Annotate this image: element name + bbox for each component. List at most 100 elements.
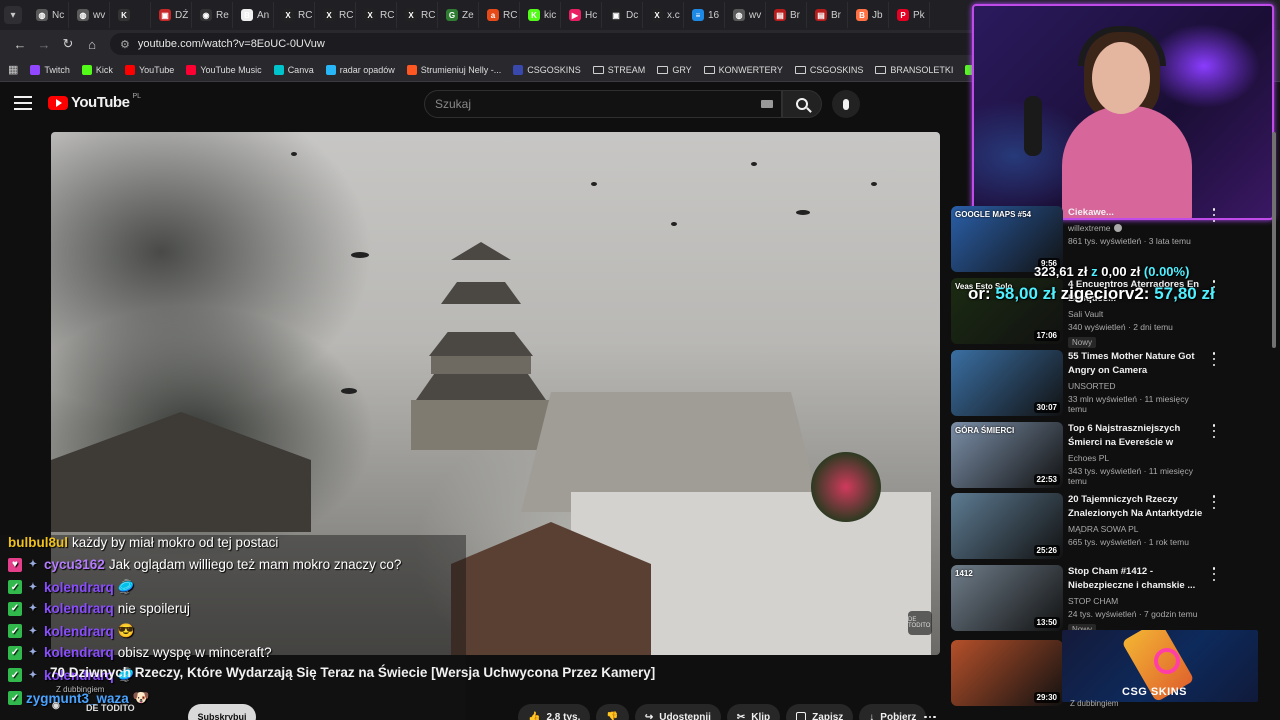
bookmark-item[interactable]: CSGOSKINS	[794, 65, 863, 75]
tab-favicon-icon: ▤	[815, 9, 827, 21]
recommended-video[interactable]: 25:26 20 Tajemniczych Rzeczy Znalezionych…	[951, 493, 1271, 561]
bookmark-item[interactable]: YouTube	[124, 64, 175, 75]
home-icon[interactable]: ⌂	[80, 32, 104, 56]
video-channel[interactable]: Sali Vault	[1068, 309, 1208, 319]
browser-tab[interactable]: X RC	[315, 2, 356, 28]
browser-tab[interactable]: B Jb	[848, 2, 889, 28]
browser-tab[interactable]: a RC	[479, 2, 520, 28]
forward-icon[interactable]: →	[32, 32, 56, 56]
bookmark-item[interactable]: Kick	[81, 64, 113, 75]
channel-watermark[interactable]: DE TODITO	[908, 611, 932, 635]
tab-label: RC	[503, 9, 518, 21]
browser-tab[interactable]: ▤ Br	[807, 2, 848, 28]
bookmark-item[interactable]: CSGOSKINS	[513, 64, 581, 75]
channel-avatar[interactable]: ◉	[52, 700, 60, 711]
video-thumbnail[interactable]: 29:30	[951, 640, 1063, 706]
apps-grid-icon[interactable]: ▦	[8, 63, 18, 76]
bookmark-label: YouTube	[138, 64, 175, 75]
tab-search-icon[interactable]: ▾	[4, 6, 22, 24]
menu-icon[interactable]	[14, 96, 32, 110]
browser-tab[interactable]: ◍ wv	[725, 2, 766, 28]
save-button[interactable]: Zapisz	[786, 704, 854, 720]
browser-tab[interactable]: ▤ Br	[766, 2, 807, 28]
like-button[interactable]: 👍 2,8 tys.	[518, 704, 591, 720]
browser-tab[interactable]: Kkic	[520, 2, 561, 28]
more-options-icon[interactable]	[1211, 208, 1217, 222]
scrollbar[interactable]	[1272, 132, 1276, 348]
browser-tab[interactable]: ▣ Dc	[602, 2, 643, 28]
recommended-video[interactable]: GÓRA ŚMIERCI 22:53 Top 6 Najstraszniejszyc…	[951, 422, 1271, 490]
subscribe-button[interactable]: Subskrybuj	[188, 704, 256, 720]
dislike-button[interactable]: 👎	[596, 704, 629, 720]
channel-name[interactable]: DE TODITO	[86, 703, 135, 713]
video-thumbnail[interactable]: GÓRA ŚMIERCI 22:53	[951, 422, 1063, 488]
bookmark-item[interactable]: radar opadów	[325, 64, 395, 75]
video-channel[interactable]: MĄDRA SOWA PL	[1068, 524, 1208, 534]
more-options-icon[interactable]	[1211, 352, 1217, 366]
browser-tab[interactable]: ◉ Re	[192, 2, 233, 28]
browser-tab[interactable]: K	[110, 2, 151, 28]
chat-username[interactable]: cycu3162	[44, 557, 105, 572]
video-channel[interactable]: Echoes PL	[1068, 453, 1208, 463]
youtube-logo[interactable]: YouTube PL	[48, 93, 141, 111]
chat-username[interactable]: kolendrarq	[44, 624, 114, 639]
video-channel[interactable]: willextreme	[1068, 223, 1208, 233]
tab-label: 16	[708, 9, 720, 21]
browser-tab[interactable]: X RC	[356, 2, 397, 28]
search-input[interactable]: Szukaj	[424, 90, 782, 118]
bookmark-item[interactable]: Canva	[273, 64, 314, 75]
chat-username[interactable]: kolendrarq	[44, 580, 114, 595]
video-title[interactable]: 20 Tajemniczych Rzeczy Znalezionych Na A…	[1068, 493, 1208, 521]
back-icon[interactable]: ←	[8, 32, 32, 56]
voice-search-button[interactable]	[832, 90, 860, 118]
more-options-icon[interactable]	[1211, 424, 1217, 438]
video-thumbnail[interactable]: 25:26	[951, 493, 1063, 559]
reload-icon[interactable]: ↻	[56, 32, 80, 56]
video-thumbnail[interactable]: GOOGLE MAPS #54 9:56	[951, 206, 1063, 272]
more-options-icon[interactable]	[1211, 495, 1217, 509]
browser-tab[interactable]: ▣ DŹ	[151, 2, 192, 28]
chat-username[interactable]: kolendrarq	[44, 601, 114, 616]
more-options-icon[interactable]	[1211, 567, 1217, 581]
video-channel[interactable]: STOP CHAM	[1068, 596, 1208, 606]
download-button[interactable]: ↓ Pobierz	[859, 704, 927, 720]
keyboard-icon[interactable]	[761, 100, 773, 108]
recommended-video[interactable]: 1412 13:50 Stop Cham #1412 - Niebezpieczne…	[951, 565, 1271, 635]
browser-tab[interactable]: Xx.c	[643, 2, 684, 28]
video-title[interactable]: 55 Times Mother Nature Got Angry on Came…	[1068, 350, 1208, 378]
browser-tab[interactable]: B An	[233, 2, 274, 28]
video-channel[interactable]: UNSORTED	[1068, 381, 1208, 391]
video-thumbnail[interactable]: 30:07	[951, 350, 1063, 416]
save-icon	[796, 712, 807, 720]
browser-tab[interactable]: X RC	[274, 2, 315, 28]
bookmark-item[interactable]: YouTube Music	[186, 64, 262, 75]
search-button[interactable]	[782, 90, 822, 118]
browser-tab[interactable]: ≡ 16	[684, 2, 725, 28]
more-actions-icon[interactable]	[918, 704, 942, 720]
folder-icon	[875, 65, 887, 74]
bookmark-item[interactable]: BRANSOLETKI	[875, 65, 953, 75]
video-thumbnail[interactable]: 1412 13:50	[951, 565, 1063, 631]
browser-tab[interactable]: G Ze	[438, 2, 479, 28]
video-title[interactable]: Stop Cham #1412 - Niebezpieczne i chamsk…	[1068, 565, 1208, 593]
browser-tab[interactable]: ◍ Nc	[28, 2, 69, 28]
chat-username[interactable]: kolendrarq	[44, 645, 114, 660]
recommended-video[interactable]: 30:07 55 Times Mother Nature Got Angry on…	[951, 350, 1271, 418]
chat-username[interactable]: bulbul8ul	[8, 535, 68, 550]
bookmark-favicon-icon	[325, 64, 336, 75]
browser-tab[interactable]: X RC	[397, 2, 438, 28]
video-title[interactable]: Top 6 Najstraszniejszych Śmierci na Ever…	[1068, 422, 1208, 450]
bookmark-item[interactable]: Twitch	[30, 64, 70, 75]
share-button[interactable]: ↪ Udostępnij	[634, 704, 721, 720]
browser-tab[interactable]: ◍ wv	[69, 2, 110, 28]
clip-button[interactable]: ✂ Klip	[726, 704, 781, 720]
browser-tab[interactable]: P Pk	[889, 2, 930, 28]
address-bar[interactable]: ⚙ youtube.com/watch?v=8EoUC-0UVuw	[110, 33, 1010, 55]
bookmark-item[interactable]: KONWERTERY	[703, 65, 783, 75]
bookmark-item[interactable]: Strumieniuj Nelly -...	[406, 64, 501, 75]
bookmark-item[interactable]: GRY	[657, 65, 692, 75]
site-settings-icon[interactable]: ⚙	[120, 38, 130, 51]
bookmark-item[interactable]: STREAM	[592, 65, 645, 75]
browser-tab[interactable]: ▶ Hc	[561, 2, 602, 28]
video-title[interactable]: Ciekawe...	[1068, 206, 1208, 220]
